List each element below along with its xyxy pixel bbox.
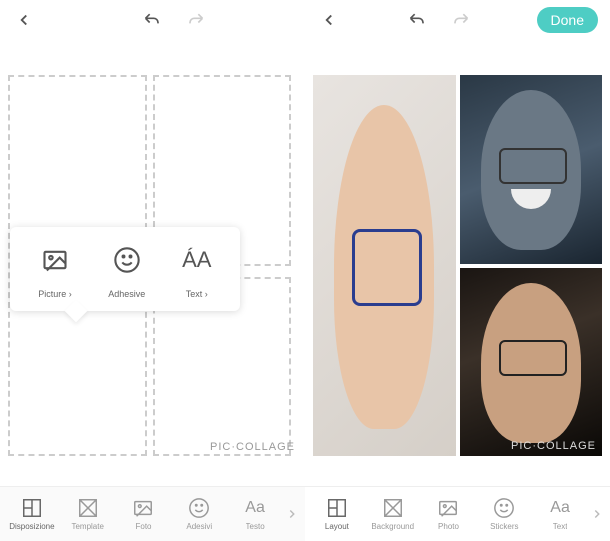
right-toolbar: Done <box>305 0 610 40</box>
redo-button[interactable] <box>183 8 207 32</box>
tab-label: Testo <box>246 522 265 531</box>
tabs-scroll-right[interactable] <box>588 507 606 521</box>
left-editor-panel: Picture › Adhesive ÁA Text › PIC·COLLAGE… <box>0 0 305 541</box>
tab-template[interactable]: Template <box>60 497 116 531</box>
done-button[interactable]: Done <box>537 7 598 33</box>
tab-label: Adesivi <box>186 522 212 531</box>
tab-testo[interactable]: Aa Testo <box>227 497 283 531</box>
text-tab-icon: Aa <box>244 497 266 519</box>
tab-photo[interactable]: Photo <box>421 497 477 531</box>
popup-text-label: Text › <box>186 289 208 299</box>
photo-icon <box>437 497 459 519</box>
collage-photo[interactable] <box>313 75 456 456</box>
popup-picture-label: Picture › <box>38 289 72 299</box>
tab-foto[interactable]: Foto <box>116 497 172 531</box>
collage-photo[interactable] <box>460 75 603 264</box>
back-button[interactable] <box>12 8 36 32</box>
tab-label: Text <box>553 522 568 531</box>
text-icon: ÁA <box>182 245 212 275</box>
tab-background[interactable]: Background <box>365 497 421 531</box>
picture-icon <box>40 245 70 275</box>
undo-button[interactable] <box>141 8 165 32</box>
tab-label: Stickers <box>490 522 518 531</box>
add-content-popup: Picture › Adhesive ÁA Text › <box>10 227 240 311</box>
layout-icon <box>21 497 43 519</box>
tab-label: Foto <box>135 522 151 531</box>
tab-text[interactable]: Aa Text <box>532 497 588 531</box>
watermark: PIC·COLLAGE <box>511 440 596 452</box>
popup-adhesive-label: Adhesive <box>108 289 145 299</box>
right-bottom-tabs: Layout Background Photo Stickers <box>305 486 610 541</box>
popup-picture-option[interactable]: Picture › <box>38 245 72 299</box>
undo-button[interactable] <box>406 8 430 32</box>
tab-disposizione[interactable]: Disposizione <box>4 497 60 531</box>
template-icon <box>77 497 99 519</box>
left-bottom-tabs: Disposizione Template Foto Adesivi <box>0 486 305 541</box>
tab-label: Layout <box>325 522 349 531</box>
sticker-icon <box>493 497 515 519</box>
tab-label: Disposizione <box>9 522 54 531</box>
photo-icon <box>132 497 154 519</box>
share-button[interactable] <box>317 8 341 32</box>
tab-adesivi[interactable]: Adesivi <box>171 497 227 531</box>
sticker-icon <box>188 497 210 519</box>
right-editor-panel: Done PIC·COLLAGE Layout Background <box>305 0 610 541</box>
collage-photo[interactable]: PIC·COLLAGE <box>460 268 603 457</box>
tabs-scroll-right[interactable] <box>283 507 301 521</box>
text-tab-icon: Aa <box>549 497 571 519</box>
left-toolbar <box>0 0 305 40</box>
redo-button[interactable] <box>448 8 472 32</box>
popup-text-option[interactable]: ÁA Text › <box>182 245 212 299</box>
tab-label: Photo <box>438 522 459 531</box>
popup-adhesive-option[interactable]: Adhesive <box>108 245 145 299</box>
smiley-icon <box>112 245 142 275</box>
background-icon <box>382 497 404 519</box>
watermark: PIC·COLLAGE <box>210 441 295 453</box>
tab-layout[interactable]: Layout <box>309 497 365 531</box>
layout-icon <box>326 497 348 519</box>
tab-label: Background <box>371 522 414 531</box>
tab-stickers[interactable]: Stickers <box>476 497 532 531</box>
tab-label: Template <box>71 522 103 531</box>
photo-collage-grid: PIC·COLLAGE <box>313 75 602 456</box>
